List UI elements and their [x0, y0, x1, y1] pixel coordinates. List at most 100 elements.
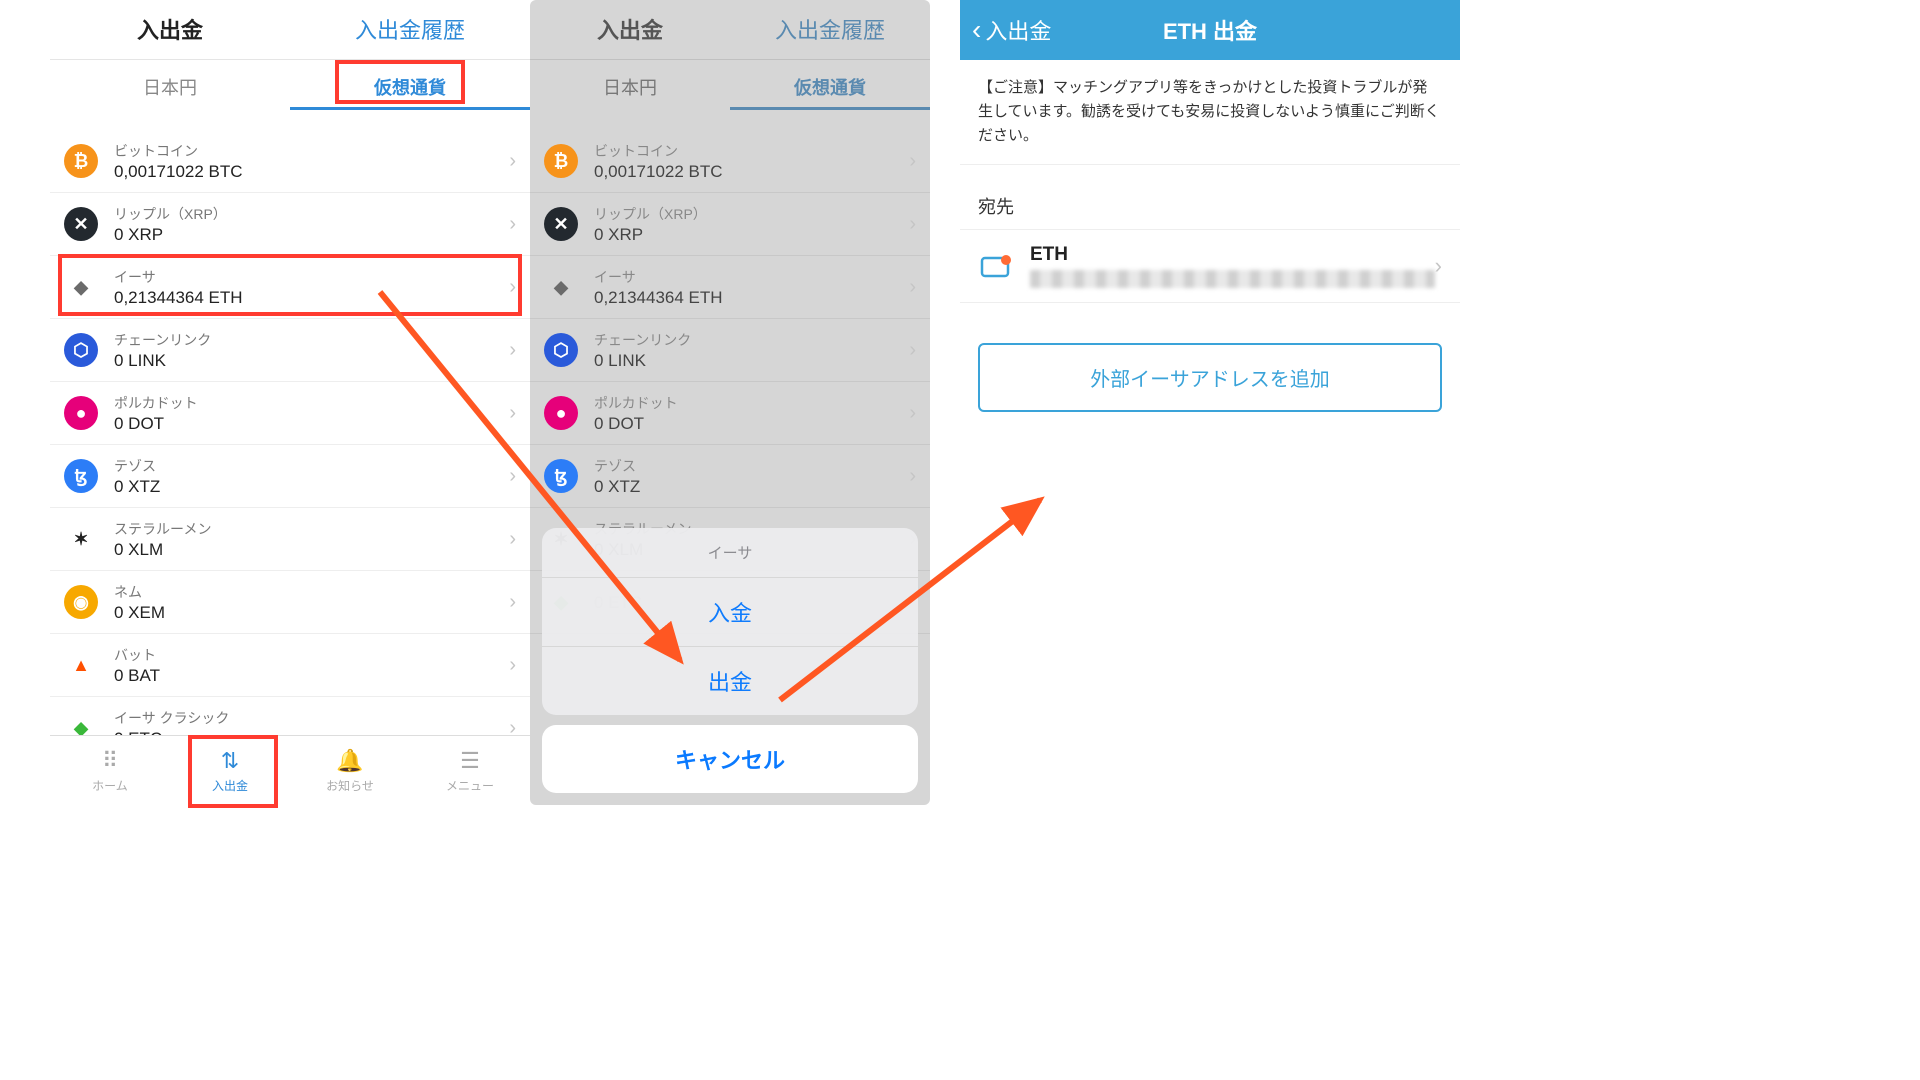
- sheet-title: イーサ: [542, 528, 918, 578]
- add-external-address-button[interactable]: 外部イーサアドレスを追加: [978, 343, 1442, 412]
- chainlink-icon: ⬡: [544, 333, 578, 367]
- asset-name: ステラルーメン: [114, 519, 509, 539]
- action-sheet: イーサ 入金 出金 キャンセル: [542, 528, 918, 793]
- nav-transfer[interactable]: ⇅入出金: [170, 736, 290, 805]
- asset-row-ripple[interactable]: ✕ リップル（XRP） 0 XRP ›: [50, 193, 530, 256]
- asset-row-polkadot[interactable]: ● ポルカドット 0 DOT ›: [50, 382, 530, 445]
- asset-amount: 0 XEM: [114, 603, 509, 623]
- tezos-icon: ꜩ: [544, 459, 578, 493]
- asset-name: リップル（XRP）: [114, 204, 509, 224]
- asset-row-polkadot[interactable]: ● ポルカドット 0 DOT ›: [530, 382, 930, 445]
- polkadot-icon: ●: [544, 396, 578, 430]
- asset-row-tezos[interactable]: ꜩ テゾス 0 XTZ ›: [530, 445, 930, 508]
- tab-history[interactable]: 入出金履歴: [290, 13, 530, 59]
- asset-name: テゾス: [114, 456, 509, 476]
- sheet-deposit-button[interactable]: 入金: [542, 578, 918, 647]
- chevron-right-icon: ›: [909, 339, 916, 362]
- topbar: ‹ 入出金 ETH 出金: [960, 0, 1460, 60]
- tab-deposit-withdraw[interactable]: 入出金: [530, 13, 730, 59]
- chevron-right-icon: ›: [509, 654, 516, 677]
- bitcoin-icon: ₿: [64, 144, 98, 178]
- asset-name: チェーンリンク: [114, 330, 509, 350]
- chevron-right-icon: ›: [909, 402, 916, 425]
- chevron-right-icon: ›: [509, 465, 516, 488]
- asset-row-ethereum[interactable]: ◆ イーサ 0,21344364 ETH ›: [530, 256, 930, 319]
- asset-row-bat[interactable]: ▲ バット 0 BAT ›: [50, 634, 530, 697]
- nav-menu[interactable]: ☰メニュー: [410, 736, 530, 805]
- screen-action-sheet: 入出金 入出金履歴 日本円 仮想通貨 ₿ ビットコイン 0,00171022 B…: [530, 0, 930, 805]
- chevron-right-icon: ›: [909, 276, 916, 299]
- top-tabs: 入出金 入出金履歴: [530, 0, 930, 60]
- asset-row-tezos[interactable]: ꜩ テゾス 0 XTZ ›: [50, 445, 530, 508]
- nav-label: お知らせ: [326, 777, 374, 794]
- chevron-right-icon: ›: [509, 213, 516, 236]
- asset-name: ポルカドット: [114, 393, 509, 413]
- screen-eth-withdraw: ‹ 入出金 ETH 出金 【ご注意】マッチングアプリ等をきっかけとした投資トラブ…: [960, 0, 1460, 805]
- asset-name: チェーンリンク: [594, 330, 909, 350]
- asset-row-ethereum[interactable]: ◆ イーサ 0,21344364 ETH ›: [50, 256, 530, 319]
- bitcoin-icon: ₿: [544, 144, 578, 178]
- tab-jpy[interactable]: 日本円: [50, 60, 290, 110]
- destination-label: 宛先: [960, 165, 1460, 229]
- nav-home[interactable]: ⠿ ホーム: [50, 736, 170, 805]
- ripple-icon: ✕: [544, 207, 578, 241]
- home-icon: ⠿: [102, 748, 118, 774]
- back-button[interactable]: ‹ 入出金: [972, 14, 1051, 46]
- ripple-icon: ✕: [64, 207, 98, 241]
- asset-amount: 0 XTZ: [114, 477, 509, 497]
- asset-row-stellar[interactable]: ✶ ステラルーメン 0 XLM ›: [50, 508, 530, 571]
- tab-jpy[interactable]: 日本円: [530, 60, 730, 110]
- asset-amount: 0,21344364 ETH: [594, 288, 909, 308]
- asset-row-chainlink[interactable]: ⬡ チェーンリンク 0 LINK ›: [50, 319, 530, 382]
- nem-icon: ◉: [64, 585, 98, 619]
- asset-row-chainlink[interactable]: ⬡ チェーンリンク 0 LINK ›: [530, 319, 930, 382]
- sheet-withdraw-button[interactable]: 出金: [542, 647, 918, 715]
- asset-row-bitcoin[interactable]: ₿ ビットコイン 0,00171022 BTC ›: [530, 130, 930, 193]
- tab-deposit-withdraw[interactable]: 入出金: [50, 13, 290, 59]
- asset-amount: 0 XTZ: [594, 477, 909, 497]
- tab-history[interactable]: 入出金履歴: [730, 13, 930, 59]
- asset-name: テゾス: [594, 456, 909, 476]
- asset-amount: 0,00171022 BTC: [594, 162, 909, 182]
- asset-row-ripple[interactable]: ✕ リップル（XRP） 0 XRP ›: [530, 193, 930, 256]
- asset-name: リップル（XRP）: [594, 204, 909, 224]
- currency-tabs: 日本円 仮想通貨: [50, 60, 530, 110]
- chevron-right-icon: ›: [509, 402, 516, 425]
- asset-name: ビットコイン: [114, 141, 509, 161]
- ethereum-icon: ◆: [64, 270, 98, 304]
- chevron-right-icon: ›: [909, 150, 916, 173]
- stellar-icon: ✶: [64, 522, 98, 556]
- tab-crypto[interactable]: 仮想通貨: [290, 60, 530, 110]
- wallet-icon: [978, 248, 1014, 284]
- asset-name: イーサ: [594, 267, 909, 287]
- tab-crypto[interactable]: 仮想通貨: [730, 60, 930, 110]
- asset-amount: 0,00171022 BTC: [114, 162, 509, 182]
- asset-amount: 0 DOT: [594, 414, 909, 434]
- polkadot-icon: ●: [64, 396, 98, 430]
- bat-icon: ▲: [64, 648, 98, 682]
- nav-bell[interactable]: 🔔 お知らせ: [290, 736, 410, 805]
- nav-label: ホーム: [92, 777, 128, 794]
- sheet-cancel-button[interactable]: キャンセル: [542, 725, 918, 793]
- destination-row[interactable]: ETH ›: [960, 229, 1460, 303]
- destination-coin: ETH: [1030, 244, 1435, 266]
- top-tabs: 入出金 入出金履歴: [50, 0, 530, 60]
- chevron-right-icon: ›: [509, 276, 516, 299]
- chevron-right-icon: ›: [509, 591, 516, 614]
- bell-icon: 🔔: [336, 748, 363, 774]
- bottom-nav: ⠿ ホーム ⇅入出金 🔔 お知らせ ☰メニュー: [50, 735, 530, 805]
- asset-row-nem[interactable]: ◉ ネム 0 XEM ›: [50, 571, 530, 634]
- asset-amount: 0 XLM: [114, 540, 509, 560]
- back-label: 入出金: [985, 14, 1051, 46]
- asset-row-bitcoin[interactable]: ₿ ビットコイン 0,00171022 BTC ›: [50, 130, 530, 193]
- currency-tabs: 日本円 仮想通貨: [530, 60, 930, 110]
- chevron-left-icon: ‹: [972, 16, 981, 44]
- asset-amount: 0 DOT: [114, 414, 509, 434]
- destination-address-redacted: [1030, 270, 1435, 288]
- chevron-right-icon: ›: [909, 465, 916, 488]
- asset-name: ネム: [114, 582, 509, 602]
- asset-amount: 0 XRP: [594, 225, 909, 245]
- asset-list: ₿ ビットコイン 0,00171022 BTC ›✕ リップル（XRP） 0 X…: [50, 130, 530, 760]
- chevron-right-icon: ›: [909, 213, 916, 236]
- asset-amount: 0 XRP: [114, 225, 509, 245]
